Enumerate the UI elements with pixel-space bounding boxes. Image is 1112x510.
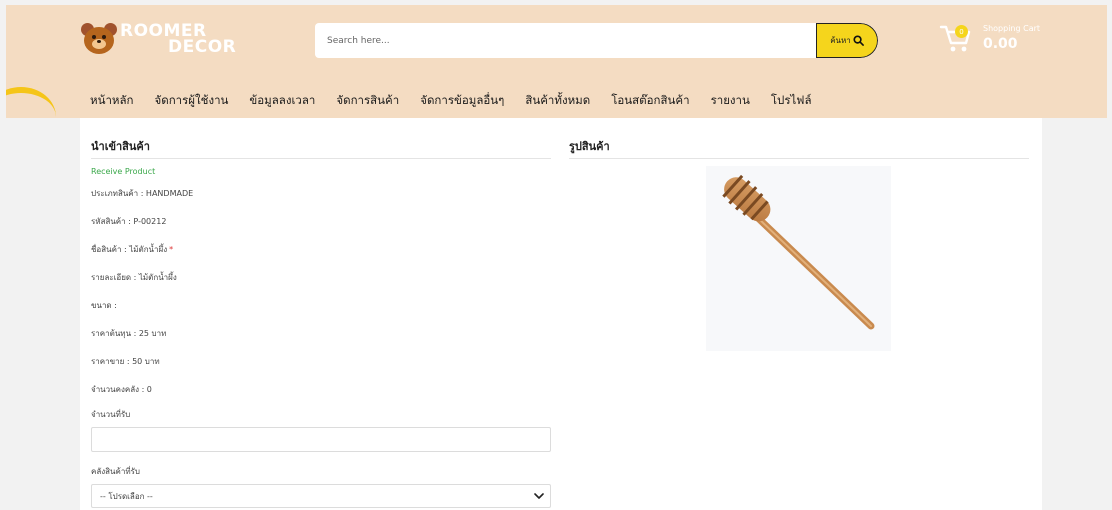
product-image-section: รูปสินค้า [569, 118, 1029, 351]
nav-item-all-products[interactable]: สินค้าทั้งหมด [525, 92, 590, 110]
warehouse-select[interactable]: -- โปรดเลือก -- [91, 484, 551, 508]
main-content: นำเข้าสินค้า Receive Product ประเภทสินค้… [80, 118, 1042, 510]
nav-item-stock-transfer[interactable]: โอนสต๊อกสินค้า [611, 92, 689, 110]
field-product-name: ชื่อสินค้า : ไม้ตักน้ำผึ้ง * [91, 244, 174, 254]
nav-item-manage-users[interactable]: จัดการผู้ใช้งาน [155, 92, 229, 110]
field-size: ขนาด : [91, 300, 117, 310]
search-bar: ค้นหา [315, 23, 878, 58]
brand-line-2: DECOR [168, 37, 237, 57]
field-cost-price: ราคาต้นทุน : 25 บาท [91, 328, 167, 338]
search-button-label: ค้นหา [830, 36, 851, 45]
honey-dipper-image [722, 174, 875, 330]
warehouse-label: คลังสินค้าที่รับ [91, 467, 141, 476]
nav-item-manage-other[interactable]: จัดการข้อมูลอื่นๆ [420, 92, 504, 110]
field-product-type: ประเภทสินค้า : HANDMADE [91, 188, 194, 198]
cart-count-badge: 0 [955, 25, 968, 38]
product-image [706, 166, 891, 351]
form-subtitle: Receive Product [91, 167, 156, 176]
main-nav: หน้าหลัก จัดการผู้ใช้งาน ข้อมูลลงเวลา จั… [90, 92, 833, 110]
search-input[interactable] [315, 23, 815, 58]
cart-title: Shopping Cart [983, 24, 1041, 33]
warehouse-select-value: -- โปรดเลือก -- [100, 491, 153, 501]
search-button[interactable]: ค้นหา [816, 23, 878, 58]
receive-form: นำเข้าสินค้า Receive Product ประเภทสินค้… [91, 118, 551, 508]
nav-item-reports[interactable]: รายงาน [711, 92, 750, 110]
nav-item-manage-products[interactable]: จัดการสินค้า [336, 92, 399, 110]
page-title: นำเข้าสินค้า [91, 118, 551, 159]
quantity-input[interactable] [91, 427, 551, 452]
bear-logo-icon [81, 23, 117, 55]
field-product-code: รหัสสินค้า : P-00212 [91, 216, 167, 226]
field-sale-price: ราคาขาย : 50 บาท [91, 356, 160, 366]
required-mark: * [169, 244, 174, 254]
nav-item-time-records[interactable]: ข้อมูลลงเวลา [249, 92, 315, 110]
decorative-swoosh [6, 87, 56, 118]
brand-logo[interactable]: ROOMER DECOR [81, 17, 236, 61]
site-header: ROOMER DECOR ค้นหา 0 Shopping Cart 0.00 … [6, 5, 1107, 118]
quantity-label: จำนวนที่รับ [91, 410, 131, 419]
cart-amount: 0.00 [983, 36, 1018, 52]
nav-item-home[interactable]: หน้าหลัก [90, 92, 134, 110]
brand-name: ROOMER DECOR [120, 23, 237, 57]
chevron-down-icon [534, 493, 544, 499]
image-section-title: รูปสินค้า [569, 118, 1029, 159]
field-description: รายละเอียด : ไม้ตักน้ำผึ้ง [91, 272, 177, 282]
nav-item-profile[interactable]: โปรไฟล์ [771, 92, 812, 110]
field-stock-quantity: จำนวนคงคลัง : 0 [91, 384, 152, 394]
cart-button[interactable]: 0 [939, 21, 979, 59]
search-icon [853, 35, 864, 46]
